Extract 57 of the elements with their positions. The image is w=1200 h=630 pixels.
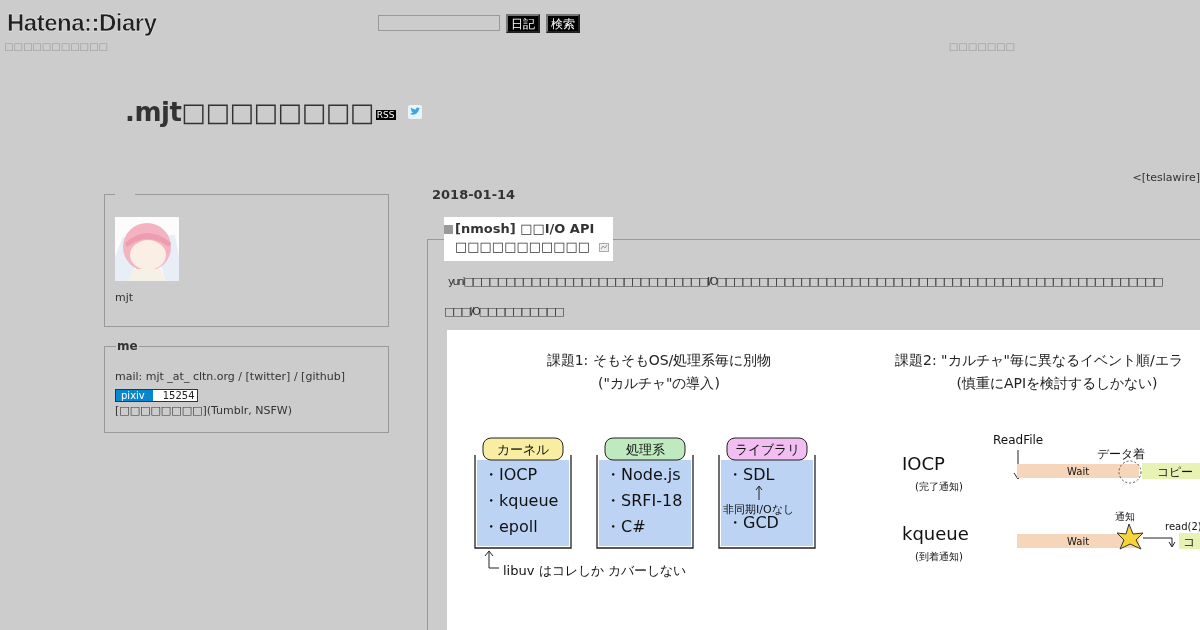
badge-label: pixiv [116, 390, 153, 401]
list-item: ・C# [605, 517, 646, 536]
user-name: mjt [115, 291, 135, 304]
list-item: ・SDL [727, 465, 775, 484]
contact-line: mail: mjt _at_ cltn.org / [twitter] / [github] [115, 369, 346, 384]
tumblr-line: [□□□□□□□□](Tumblr, NSFW) [115, 403, 294, 418]
profile-link[interactable]: [github] [301, 370, 345, 383]
list-item: ・kqueue [483, 491, 559, 510]
list-item: ・SRFI-18 [605, 491, 683, 510]
event-marker [1118, 460, 1142, 484]
follower-count: 15254 [161, 390, 196, 401]
blog-title[interactable]: .mjt□□□□□□□□ [125, 97, 374, 127]
connector-line [1142, 537, 1176, 548]
site-logo[interactable]: Hatena::Diary [7, 9, 207, 37]
previous-entry-link[interactable]: <[teslawire] [1132, 171, 1200, 184]
bookmark-icon[interactable] [599, 243, 609, 252]
call-label: ReadFile [993, 433, 1044, 447]
api-name: kqueue [902, 523, 969, 544]
api-note: (完了通知) [915, 481, 963, 492]
list-remark: 非同期I/Oなし [723, 503, 794, 516]
leader-line [484, 550, 500, 569]
event-label: 通知 [1115, 511, 1135, 522]
copy-bar: コピー [1142, 463, 1200, 479]
call-label: read(2) [1165, 521, 1200, 532]
list-item: ・epoll [483, 517, 538, 536]
copy-bar: コ [1179, 533, 1200, 549]
bird-icon[interactable] [407, 105, 422, 119]
category-tag: 処理系 [604, 437, 686, 461]
entry-date: 2018-01-14 [432, 187, 517, 202]
event-label: データ着 [1097, 447, 1145, 461]
up-arrow-icon [755, 485, 763, 501]
header-button[interactable]: 日記 [506, 13, 540, 33]
diagram-subtitle: (慎重にAPIを検討するしかない) [956, 375, 1158, 391]
entry-paragraph: □□□I/O□□□□□□□□□□ [444, 305, 565, 318]
list-item: ・Node.js [605, 465, 681, 484]
star-icon [1116, 523, 1144, 550]
bar-label: Wait [1067, 536, 1090, 547]
api-name: IOCP [902, 453, 945, 474]
diagram-note: libuv はコレしか カバーしない [503, 563, 686, 578]
category-tag: カーネル [482, 437, 564, 461]
rss-link[interactable]: RSS [375, 110, 396, 120]
diagram-subtitle: ("カルチャ"の導入) [598, 375, 720, 391]
bar-label: Wait [1067, 466, 1090, 477]
entry-paragraph: yuni□□□□□□□□□□□□□□□□□□□□□□□□□□□□□I/O□□□□□□□□□□□□□□□□□□□□□□□□□□□□□□□□□□□□□□□□□□□□□□□□□□□□□ [448, 275, 1163, 288]
panel-heading: me [116, 339, 139, 353]
category-tag: ライブラリ [726, 437, 808, 461]
api-note: (到着通知) [915, 551, 963, 562]
header-button[interactable]: 検索 [546, 13, 580, 33]
tumblr-link[interactable]: [□□□□□□□□] [115, 404, 207, 417]
profile-link[interactable]: [twitter] [245, 370, 291, 383]
search-field[interactable] [378, 15, 500, 31]
pixiv-badge[interactable]: pixiv 15254 [115, 389, 198, 402]
diagram-title: 課題1: そもそもOS/処理系毎に別物 [546, 352, 772, 368]
square-icon [444, 225, 453, 234]
list-item: ・IOCP [483, 465, 538, 484]
tagline: □□□□□□□□□□□ [4, 41, 108, 52]
diagram-title: 課題2: "カルチャ"毎に異なるイベント順/エラ [895, 352, 1183, 368]
